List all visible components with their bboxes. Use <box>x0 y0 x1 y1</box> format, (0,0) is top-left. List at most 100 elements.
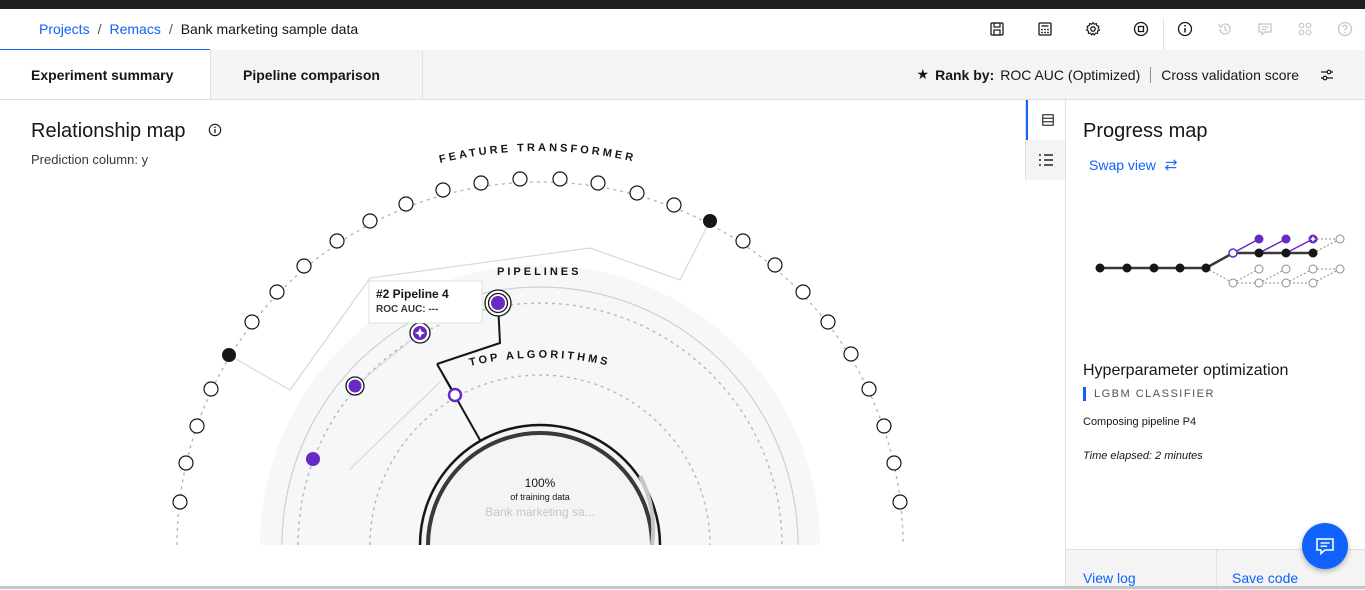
progress-node[interactable] <box>1254 278 1264 288</box>
current-algorithm: LGBM CLASSIFIER <box>1083 387 1215 401</box>
progress-node[interactable] <box>1149 263 1159 273</box>
calculator-icon[interactable] <box>1035 19 1055 39</box>
progress-line <box>1312 268 1341 284</box>
chat-button[interactable] <box>1302 523 1348 569</box>
progress-node[interactable] <box>1122 263 1132 273</box>
feature-node[interactable] <box>203 381 219 397</box>
progress-node[interactable] <box>1308 264 1318 274</box>
feature-node[interactable] <box>329 233 345 249</box>
tab-pipeline-comparison[interactable]: Pipeline comparison <box>211 50 423 99</box>
pipeline-node-selected[interactable] <box>491 296 505 310</box>
progress-node[interactable] <box>1335 264 1345 274</box>
progress-node[interactable] <box>1175 263 1185 273</box>
relationship-map-title: Relationship map <box>31 120 186 142</box>
swap-view-label: Swap view <box>1089 157 1156 173</box>
algorithm-node[interactable] <box>447 387 463 403</box>
feature-node[interactable] <box>590 175 606 191</box>
feature-node[interactable] <box>435 182 451 198</box>
feature-node[interactable] <box>735 233 751 249</box>
feature-node-selected[interactable] <box>222 348 236 362</box>
hub-percent: 100% <box>525 476 556 490</box>
feature-node[interactable] <box>843 346 859 362</box>
ring-label-pipelines: PIPELINES <box>497 266 581 278</box>
feature-node[interactable] <box>362 213 378 229</box>
tab-label: Experiment summary <box>31 66 174 83</box>
info-icon[interactable] <box>1175 19 1195 39</box>
progress-node[interactable] <box>1281 248 1291 258</box>
rank-score-type[interactable]: Cross validation score <box>1161 67 1299 83</box>
view-log-button[interactable]: View log <box>1083 550 1136 590</box>
swap-icon <box>1164 159 1177 171</box>
progress-line <box>1258 268 1287 284</box>
feature-node[interactable] <box>629 185 645 201</box>
bullet-list-icon <box>1039 154 1053 166</box>
tab-bar: Experiment summary Pipeline comparison ★… <box>0 50 1365 100</box>
tab-label: Pipeline comparison <box>243 66 380 83</box>
progress-node[interactable] <box>1335 234 1345 244</box>
progress-node[interactable] <box>1201 263 1211 273</box>
feature-node[interactable] <box>666 197 682 213</box>
feature-node[interactable] <box>189 418 205 434</box>
info-icon[interactable] <box>208 123 222 137</box>
progress-line <box>1285 268 1314 284</box>
window-top-strip <box>0 0 1365 9</box>
star-icon: ★ <box>916 66 930 82</box>
feature-node[interactable] <box>892 494 908 510</box>
feature-node[interactable] <box>172 494 188 510</box>
list-view-button[interactable] <box>1026 100 1068 140</box>
progress-node[interactable] <box>1228 278 1238 288</box>
settings-adjust-icon[interactable] <box>1319 67 1335 83</box>
relationship-map-panel: FEATURE TRANSFORMERS PIPELINES TOP ALGOR… <box>0 100 1025 589</box>
progress-node[interactable] <box>1281 278 1291 288</box>
tooltip-title: #2 Pipeline 4 <box>376 287 449 301</box>
rank-by-control: ★ Rank by: ROC AUC (Optimized) Cross val… <box>917 66 1335 83</box>
feature-node[interactable] <box>398 196 414 212</box>
feature-node-selected[interactable] <box>703 214 717 228</box>
feature-node[interactable] <box>552 171 568 187</box>
pipeline-tooltip: #2 Pipeline 4 ROC AUC: --- <box>368 280 483 324</box>
feature-node[interactable] <box>820 314 836 330</box>
progress-node[interactable] <box>1254 248 1264 258</box>
progress-map-graph <box>1095 234 1345 288</box>
stop-icon[interactable] <box>1131 19 1151 39</box>
gear-icon[interactable] <box>1083 19 1103 39</box>
progress-node[interactable] <box>1308 248 1318 258</box>
progress-node[interactable] <box>1254 264 1264 274</box>
feature-node[interactable] <box>296 258 312 274</box>
tab-experiment-summary[interactable]: Experiment summary <box>0 50 211 99</box>
feature-node[interactable] <box>876 418 892 434</box>
current-phase: Hyperparameter optimization <box>1083 362 1289 379</box>
feature-node[interactable] <box>795 284 811 300</box>
progress-node[interactable] <box>1095 263 1105 273</box>
apps-icon[interactable] <box>1295 19 1315 39</box>
feature-node[interactable] <box>861 381 877 397</box>
feature-node[interactable] <box>767 257 783 273</box>
prediction-value: y <box>141 152 149 167</box>
feature-node[interactable] <box>512 171 528 187</box>
feature-node[interactable] <box>244 314 260 330</box>
progress-node-pipeline[interactable] <box>1254 234 1264 244</box>
rank-metric[interactable]: ROC AUC (Optimized) <box>1000 67 1140 83</box>
swap-view-link[interactable]: Swap view <box>1089 157 1178 173</box>
history-icon[interactable] <box>1215 19 1235 39</box>
tooltip-metric: ROC AUC: --- <box>376 304 438 315</box>
progress-line <box>1312 238 1341 254</box>
progress-line <box>1285 238 1314 254</box>
progress-line <box>1258 238 1287 254</box>
feature-node[interactable] <box>269 284 285 300</box>
progress-node[interactable] <box>1281 264 1291 274</box>
progress-node-pipeline[interactable] <box>1281 234 1291 244</box>
pipeline-node[interactable] <box>306 452 320 466</box>
chat-icon <box>1316 538 1334 556</box>
detail-view-button[interactable] <box>1026 140 1066 180</box>
feature-node[interactable] <box>178 455 194 471</box>
help-icon[interactable] <box>1335 19 1355 39</box>
progress-node[interactable] <box>1308 278 1318 288</box>
comment-icon[interactable] <box>1255 19 1275 39</box>
feature-node[interactable] <box>473 175 489 191</box>
pipeline-node[interactable] <box>348 379 362 393</box>
save-code-button[interactable]: Save code <box>1216 550 1298 590</box>
feature-node[interactable] <box>886 455 902 471</box>
progress-node[interactable] <box>1228 248 1238 258</box>
save-icon[interactable] <box>987 19 1007 39</box>
